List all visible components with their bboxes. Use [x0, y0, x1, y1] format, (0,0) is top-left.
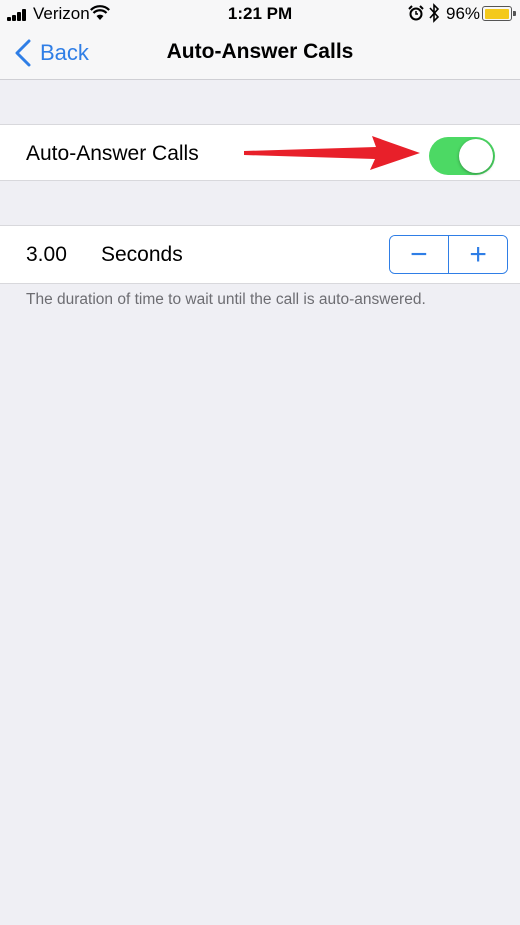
battery-icon — [482, 6, 516, 21]
top-bar: Verizon 1:21 PM 96% Back Auto-Answer Cal… — [0, 0, 520, 80]
duration-unit: Seconds — [101, 243, 183, 266]
status-time: 1:21 PM — [227, 4, 293, 23]
duration-description: The duration of time to wait until the c… — [26, 291, 426, 308]
status-bar: Verizon 1:21 PM 96% — [0, 0, 520, 28]
duration-stepper[interactable]: − + — [389, 235, 508, 274]
annotation-arrow-icon — [244, 136, 420, 170]
auto-answer-label: Auto-Answer Calls — [26, 142, 199, 165]
toggle-knob — [459, 139, 493, 173]
increment-button[interactable]: + — [449, 236, 507, 273]
settings-screen: Verizon 1:21 PM 96% Back Auto-Answer Cal… — [0, 0, 520, 925]
decrement-button[interactable]: − — [390, 236, 448, 273]
battery-percent: 96% — [446, 4, 481, 23]
duration-value: 3.00 — [26, 243, 67, 266]
duration-row: 3.00 Seconds − + — [0, 225, 520, 284]
auto-answer-toggle[interactable] — [429, 137, 495, 175]
bluetooth-icon — [429, 3, 440, 23]
alarm-icon — [408, 5, 424, 21]
page-title: Auto-Answer Calls — [166, 40, 354, 63]
